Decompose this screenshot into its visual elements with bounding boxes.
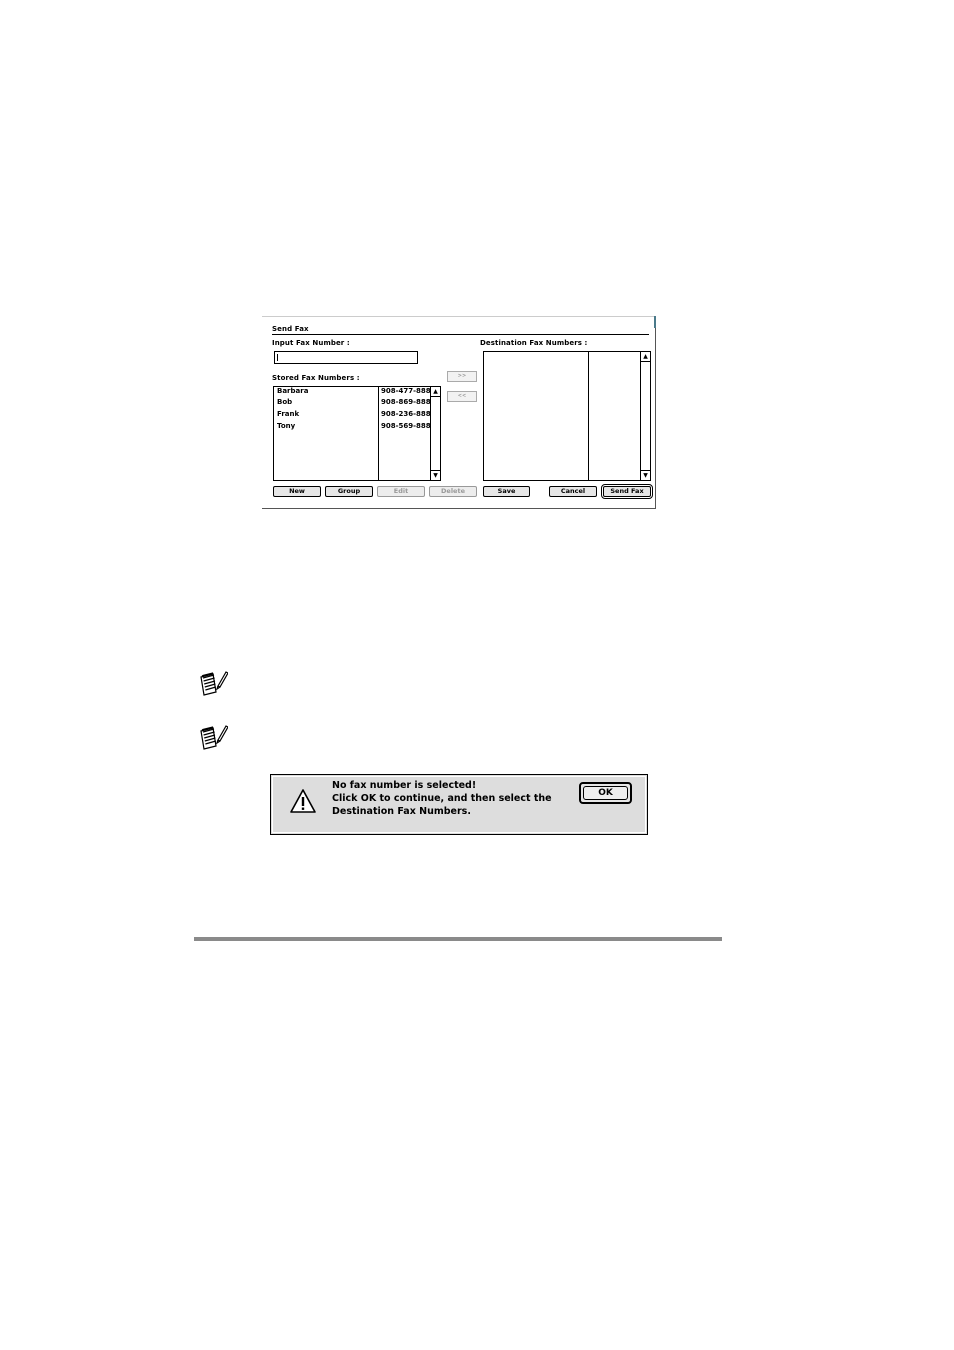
contact-fax-number: 908-569-8888 bbox=[381, 422, 436, 430]
dialog-top-border bbox=[262, 316, 655, 317]
list-item[interactable]: Frank 908-236-8888 bbox=[277, 410, 437, 421]
stored-fax-numbers-list[interactable]: Barbara 908-477-8888 Bob 908-869-8888 Fr… bbox=[273, 386, 441, 481]
alert-message-line-3: Destination Fax Numbers. bbox=[332, 806, 471, 817]
list-item[interactable]: Barbara 908-477-8888 bbox=[277, 387, 437, 398]
ok-button[interactable]: OK bbox=[579, 782, 632, 804]
scroll-up-arrow-icon[interactable]: ▲ bbox=[431, 387, 440, 397]
contact-fax-number: 908-869-8888 bbox=[381, 398, 436, 406]
input-fax-number-label: Input Fax Number : bbox=[272, 339, 350, 347]
stored-list-scrollbar[interactable]: ▲ ▼ bbox=[430, 387, 440, 480]
contact-name: Barbara bbox=[277, 387, 309, 395]
send-fax-button[interactable]: Send Fax bbox=[601, 484, 653, 499]
delete-button[interactable]: Delete bbox=[429, 486, 477, 497]
notepad-pencil-icon bbox=[200, 671, 228, 696]
page-footer-rule bbox=[194, 937, 722, 941]
contact-fax-number: 908-477-8888 bbox=[381, 387, 436, 395]
list-item[interactable]: Bob 908-869-8888 bbox=[277, 398, 437, 409]
scroll-down-arrow-icon[interactable]: ▼ bbox=[431, 470, 440, 480]
text-caret bbox=[277, 354, 278, 361]
contact-name: Frank bbox=[277, 410, 300, 418]
save-button[interactable]: Save bbox=[483, 486, 530, 497]
scroll-down-arrow-icon[interactable]: ▼ bbox=[641, 470, 650, 480]
contact-name: Bob bbox=[277, 398, 293, 406]
destination-list-scrollbar[interactable]: ▲ ▼ bbox=[640, 352, 650, 480]
input-fax-number-field[interactable] bbox=[274, 351, 418, 364]
ok-button-label: OK bbox=[583, 786, 628, 800]
title-divider bbox=[272, 334, 649, 335]
new-button[interactable]: New bbox=[273, 486, 321, 497]
destination-fax-numbers-label: Destination Fax Numbers : bbox=[480, 339, 588, 347]
warning-triangle-icon bbox=[290, 789, 316, 813]
dialog-title: Send Fax bbox=[272, 325, 309, 333]
scroll-up-arrow-icon[interactable]: ▲ bbox=[641, 352, 650, 362]
add-to-destination-button[interactable]: >> bbox=[447, 371, 477, 382]
alert-message-line-2: Click OK to continue, and then select th… bbox=[332, 793, 552, 804]
edit-button[interactable]: Edit bbox=[377, 486, 425, 497]
stored-fax-numbers-label: Stored Fax Numbers : bbox=[272, 374, 360, 382]
notepad-pencil-icon bbox=[200, 725, 228, 750]
group-button[interactable]: Group bbox=[325, 486, 373, 497]
alert-message-line-1: No fax number is selected! bbox=[332, 780, 477, 791]
destination-fax-numbers-list[interactable]: ▲ ▼ bbox=[483, 351, 651, 481]
contact-fax-number: 908-236-8888 bbox=[381, 410, 436, 418]
remove-from-destination-button[interactable]: << bbox=[447, 391, 477, 402]
list-item[interactable]: Tony 908-569-8888 bbox=[277, 422, 437, 433]
cancel-button[interactable]: Cancel bbox=[549, 486, 597, 497]
send-fax-dialog: Send Fax Input Fax Number : Stored Fax N… bbox=[262, 316, 656, 509]
list-column-divider bbox=[588, 352, 589, 480]
contact-name: Tony bbox=[277, 422, 296, 430]
window-edge-accent bbox=[654, 316, 656, 328]
no-fax-selected-alert: No fax number is selected! Click OK to c… bbox=[270, 774, 648, 835]
